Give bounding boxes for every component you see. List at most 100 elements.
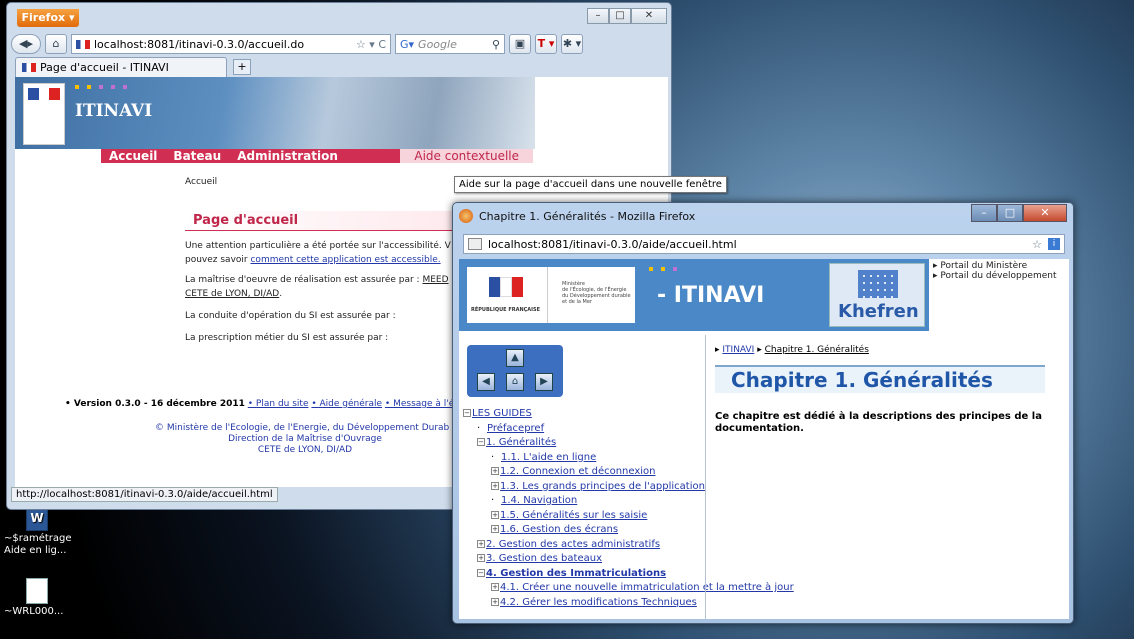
close-button[interactable]: ✕	[631, 8, 667, 24]
expand-icon[interactable]: +	[491, 525, 499, 533]
breadcrumb-itinavi-link[interactable]: ITINAVI	[722, 345, 754, 355]
toc-item[interactable]: +4.1. Créer une nouvelle immatriculation…	[463, 581, 794, 596]
toc-item-label[interactable]: LES GUIDES	[472, 408, 532, 419]
minimize-button[interactable]: –	[971, 204, 997, 222]
desktop-icon-word-doc[interactable]: W ~$ramétrage Aide en lig...	[4, 505, 74, 557]
navigation-pad: ▲ ◀ ⌂ ▶	[467, 345, 563, 397]
minimize-button[interactable]: –	[587, 8, 609, 24]
t-addon-button[interactable]: T ▾	[535, 34, 557, 54]
footer-credits: © Ministère de l'Ecologie, de l'Energie,…	[155, 423, 455, 456]
expand-icon[interactable]: +	[491, 597, 499, 606]
toc-item-label[interactable]: Préfacepref	[487, 423, 544, 434]
toc-item[interactable]: · 1.4. Navigation	[463, 494, 703, 509]
toc-item[interactable]: +1.2. Connexion et déconnexion	[463, 465, 703, 480]
new-tab-button[interactable]: +	[233, 59, 251, 75]
firefox-menu-button[interactable]: Firefox ▾	[17, 9, 79, 27]
menu-administration[interactable]: Administration	[229, 149, 346, 163]
collapse-icon[interactable]: −	[477, 568, 485, 577]
toc-item-label[interactable]: 1.6. Gestion des écrans	[500, 524, 618, 535]
toc-item-label[interactable]: 1.5. Généralités sur les saisie	[500, 510, 647, 521]
menu-bateau[interactable]: Bateau	[165, 149, 229, 163]
tab-page-accueil[interactable]: Page d'accueil - ITINAVI	[15, 57, 227, 77]
maximize-button[interactable]: □	[609, 8, 631, 24]
close-button[interactable]: ✕	[1023, 204, 1067, 222]
desktop-icon-file[interactable]: ~WRL000...	[4, 578, 74, 618]
toc-item-label[interactable]: 1.1. L'aide en ligne	[501, 452, 596, 463]
toc-item-label[interactable]: 1. Généralités	[486, 437, 556, 448]
cete-link[interactable]: CETE de LYON, DI/AD	[185, 289, 279, 299]
right-arrow-icon[interactable]: ▶	[535, 373, 553, 391]
search-icon[interactable]: ⚲	[492, 38, 500, 51]
toc-item[interactable]: +2. Gestion des actes administratifs	[463, 538, 703, 553]
tools-button[interactable]: ✱ ▾	[561, 34, 583, 54]
footer-line-2: Direction de la Maîtrise d'Ouvrage	[228, 434, 382, 444]
up-arrow-icon[interactable]: ▲	[506, 349, 524, 367]
url-bar[interactable]: localhost:8081/itinavi-0.3.0/aide/accuei…	[463, 234, 1065, 254]
desktop-icon-label: ~WRL000...	[4, 606, 64, 617]
back-button[interactable]: ◀▸	[11, 34, 41, 54]
home-icon[interactable]: ⌂	[506, 373, 524, 391]
toc-item[interactable]: +1.6. Gestion des écrans	[463, 523, 703, 538]
site-favicon-icon	[76, 39, 90, 49]
toc-item[interactable]: −4. Gestion des Immatriculations	[463, 567, 703, 582]
left-arrow-icon[interactable]: ◀	[477, 373, 495, 391]
toc-item-label[interactable]: 1.2. Connexion et déconnexion	[500, 466, 656, 477]
collapse-icon[interactable]: −	[477, 438, 485, 446]
ministry-logo	[23, 83, 65, 145]
url-text: localhost:8081/itinavi-0.3.0/accueil.do	[94, 37, 305, 51]
toc-item[interactable]: · Préfacepref	[463, 422, 703, 437]
expand-icon[interactable]: +	[491, 583, 499, 591]
expand-icon[interactable]: +	[491, 510, 499, 519]
breadcrumb-chapter[interactable]: Chapitre 1. Généralités	[765, 345, 869, 355]
toc-item-label[interactable]: 1.4. Navigation	[501, 495, 577, 506]
toc-item-label[interactable]: 4. Gestion des Immatriculations	[486, 568, 666, 579]
portail-developpement-link[interactable]: ▸ Portail du développement	[933, 271, 1057, 281]
toc-item-label[interactable]: 2. Gestion des actes administratifs	[486, 539, 660, 550]
expand-icon[interactable]: +	[491, 467, 499, 475]
toc-item[interactable]: +1.5. Généralités sur les saisie	[463, 509, 703, 524]
message-link[interactable]: • Message à l'é	[385, 399, 454, 409]
window-title: Chapitre 1. Généralités - Mozilla Firefo…	[479, 210, 696, 223]
toc-item-label[interactable]: 1.3. Les grands principes de l'applicati…	[500, 481, 705, 492]
home-button[interactable]: ⌂	[45, 34, 67, 54]
toc-item-label[interactable]: 4.2. Gérer les modifications Techniques	[500, 597, 697, 608]
bookmark-star-icon[interactable]: ☆	[1032, 238, 1042, 251]
divider	[705, 335, 706, 619]
toc-item-label[interactable]: 4.1. Créer une nouvelle immatriculation …	[500, 582, 794, 593]
toc-item[interactable]: · 1.1. L'aide en ligne	[463, 451, 703, 466]
accessibility-link[interactable]: comment cette application est accessible…	[250, 255, 440, 265]
search-box[interactable]: G▾ Google ⚲	[395, 34, 505, 54]
expand-icon[interactable]: +	[477, 539, 485, 548]
ministry-logo: RÉPUBLIQUE FRANÇAISE Ministère de l'Écol…	[467, 267, 635, 323]
menu-aide-contextuelle[interactable]: Aide contextuelle	[400, 149, 533, 163]
toc-item[interactable]: +3. Gestion des bateaux	[463, 552, 703, 567]
plan-du-site-link[interactable]: • Plan du site	[248, 399, 309, 409]
portail-ministere-link[interactable]: ▸ Portail du Ministère	[933, 261, 1057, 271]
extension-button[interactable]: ▣	[509, 34, 531, 54]
toc-item[interactable]: +1.3. Les grands principes de l'applicat…	[463, 480, 705, 495]
bookmark-star-icon[interactable]: ☆ ▾ C	[356, 38, 386, 51]
search-placeholder: Google	[418, 37, 457, 51]
expand-icon[interactable]: +	[491, 481, 499, 490]
table-of-contents: − LES GUIDES · Préfacepref −1. Généralités · 1…	[463, 407, 794, 611]
info-icon[interactable]: i	[1048, 238, 1060, 250]
desktop-icon-label: ~$ramétrage Aide en lig...	[4, 533, 72, 556]
url-bar[interactable]: localhost:8081/itinavi-0.3.0/accueil.do …	[71, 34, 391, 54]
toc-item[interactable]: +4.2. Gérer les modifications Techniques	[463, 596, 703, 611]
maximize-button[interactable]: □	[997, 204, 1023, 222]
menu-accueil[interactable]: Accueil	[101, 149, 165, 163]
site-banner: ITINAVI	[15, 77, 535, 149]
aide-generale-link[interactable]: • Aide générale	[311, 399, 382, 409]
tooltip: Aide sur la page d'accueil dans une nouv…	[454, 176, 727, 193]
collapse-icon[interactable]: −	[463, 409, 471, 417]
tab-bar: Page d'accueil - ITINAVI +	[11, 57, 667, 77]
toc-item[interactable]: −1. Généralités	[463, 436, 703, 451]
tab-label: Page d'accueil - ITINAVI	[40, 61, 169, 74]
toc-item[interactable]: − LES GUIDES	[463, 407, 703, 422]
expand-icon[interactable]: +	[477, 554, 485, 562]
tree-line: ·	[477, 422, 481, 434]
version-text: • Version 0.3.0 - 16 décembre 2011	[65, 399, 245, 409]
meed-link[interactable]: MEED	[422, 275, 448, 285]
toc-item-label[interactable]: 3. Gestion des bateaux	[486, 553, 602, 564]
chapter-description: Ce chapitre est dédié à la descriptions …	[715, 411, 1042, 434]
